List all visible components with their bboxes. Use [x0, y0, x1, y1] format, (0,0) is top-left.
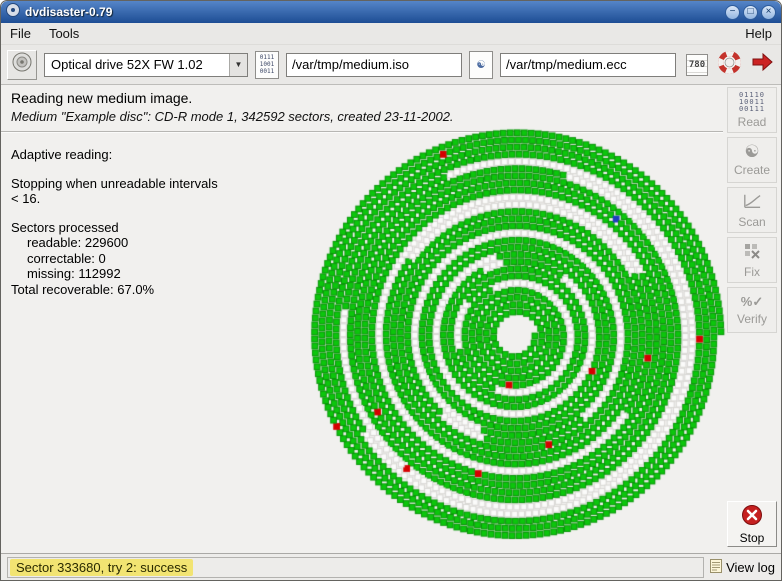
image-file-icon: 0111 1001 0011 [255, 51, 279, 79]
adaptive-reading-title: Adaptive reading: [11, 147, 221, 163]
menu-tools[interactable]: Tools [40, 24, 88, 43]
fix-icon [743, 242, 761, 263]
toolbar: Optical drive 52X FW 1.02 ▼ 0111 1001 00… [1, 45, 781, 85]
statusbar: Sector 333680, try 2: success View log [1, 553, 781, 580]
status-message-frame: Sector 333680, try 2: success [7, 557, 704, 578]
read-binary-icon: 01110 10011 00111 [739, 92, 765, 113]
reading-info-panel: Adaptive reading: Stopping when unreadab… [11, 147, 221, 297]
view-log-button[interactable]: View log [710, 559, 775, 576]
action-sidebar: 01110 10011 00111 Read ☯ Create Scan [723, 85, 781, 553]
app-window: dvdisaster-0.79 − □ × File Tools Help Op… [0, 0, 782, 581]
readable-row: readable: 229600 [11, 235, 221, 251]
quit-icon[interactable] [751, 50, 775, 79]
menubar: File Tools Help [1, 23, 781, 45]
total-recoverable-label: Total recoverable: [11, 282, 114, 297]
verify-icon: %✓ [741, 294, 763, 310]
window-controls: − □ × [725, 5, 776, 20]
total-recoverable-row: Total recoverable: 67.0% [11, 282, 221, 298]
fix-label: Fix [744, 265, 760, 279]
view-log-label: View log [726, 560, 775, 575]
drive-button[interactable] [7, 50, 37, 80]
image-icon-binary-line: 1001 [260, 61, 274, 68]
minimize-button[interactable]: − [725, 5, 740, 20]
menu-help[interactable]: Help [736, 24, 781, 43]
stop-icon [741, 504, 763, 529]
verify-label: Verify [737, 312, 767, 326]
ecc-file-icon: ☯ [469, 51, 493, 79]
sectors-processed-heading: Sectors processed [11, 220, 221, 236]
missing-row: missing: 112992 [11, 266, 221, 282]
create-label: Create [734, 163, 770, 177]
stop-button[interactable]: Stop [727, 501, 777, 547]
readable-value: 229600 [85, 235, 128, 250]
ecc-file-input[interactable] [500, 53, 676, 77]
log-icon [710, 559, 722, 576]
stopping-condition-text: Stopping when unreadable intervals < 16. [11, 176, 221, 207]
missing-label: missing: [27, 266, 75, 281]
read-label: Read [738, 115, 767, 129]
scan-label: Scan [738, 215, 765, 229]
ecc-icon-glyph: ☯ [477, 61, 485, 68]
drive-icon [11, 51, 33, 78]
titlebar: dvdisaster-0.79 − □ × [1, 1, 781, 23]
drive-select-value: Optical drive 52X FW 1.02 [45, 57, 229, 72]
image-icon-binary-line: 0011 [260, 68, 274, 75]
content-area: Reading new medium image. Medium "Exampl… [1, 85, 723, 553]
fix-button[interactable]: Fix [727, 237, 777, 283]
drive-select-combobox[interactable]: Optical drive 52X FW 1.02 ▼ [44, 53, 248, 77]
create-icon: ☯ [744, 143, 759, 161]
app-disc-icon [6, 3, 20, 22]
stop-label: Stop [740, 531, 765, 545]
operation-title: Reading new medium image. [11, 90, 713, 106]
chevron-down-icon[interactable]: ▼ [229, 54, 247, 76]
missing-value: 112992 [78, 266, 120, 281]
create-button[interactable]: ☯ Create [727, 137, 777, 183]
window-title: dvdisaster-0.79 [25, 5, 112, 19]
toolbar-right-group: 780 [686, 50, 775, 80]
reading-progress-spiral [301, 121, 731, 551]
scan-icon [742, 192, 762, 213]
readable-label: readable: [27, 235, 81, 250]
preferences-icon[interactable]: 780 [686, 54, 708, 76]
image-file-input[interactable] [286, 53, 462, 77]
close-button[interactable]: × [761, 5, 776, 20]
status-message: Sector 333680, try 2: success [10, 559, 193, 576]
help-lifering-icon[interactable] [717, 50, 742, 80]
correctable-label: correctable: [27, 251, 95, 266]
correctable-row: correctable: 0 [11, 251, 221, 267]
menu-file[interactable]: File [1, 24, 40, 43]
read-button[interactable]: 01110 10011 00111 Read [727, 87, 777, 133]
correctable-value: 0 [99, 251, 106, 266]
scan-button[interactable]: Scan [727, 187, 777, 233]
main-area: Reading new medium image. Medium "Exampl… [1, 85, 781, 553]
total-recoverable-value: 67.0% [117, 282, 154, 297]
image-icon-binary-line: 0111 [260, 54, 274, 61]
maximize-button[interactable]: □ [743, 5, 758, 20]
verify-button[interactable]: %✓ Verify [727, 287, 777, 333]
